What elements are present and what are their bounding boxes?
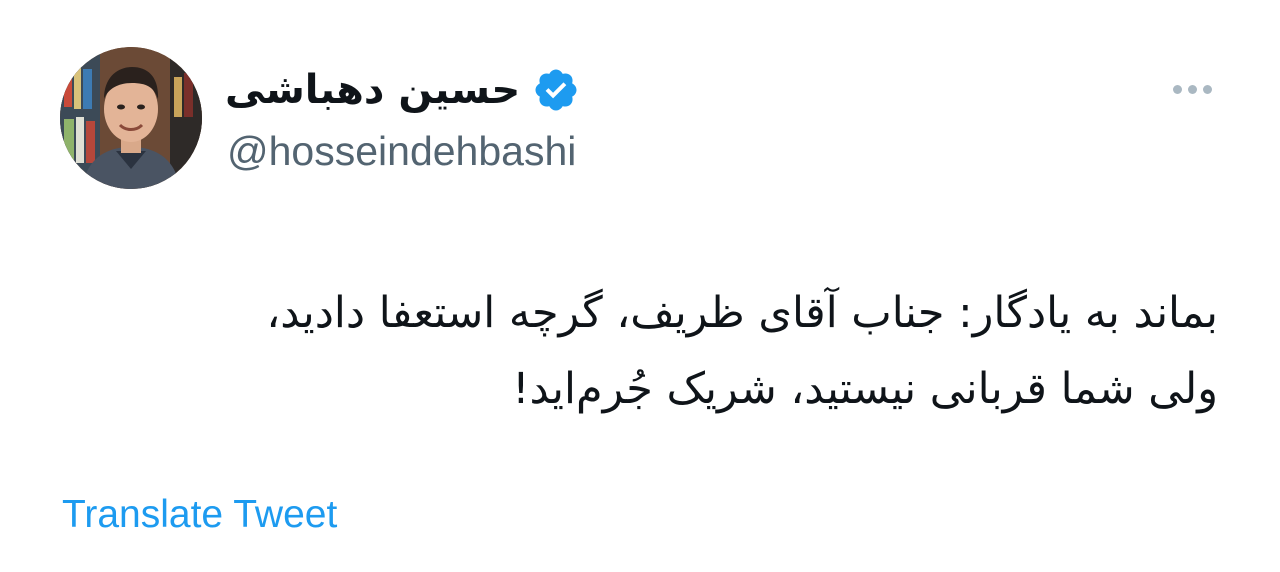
verified-badge-icon <box>535 69 577 111</box>
profile-photo <box>60 47 202 189</box>
more-dot-icon <box>1172 84 1182 94</box>
author-display-name[interactable]: حسین دهباشی <box>225 62 520 118</box>
more-options-button[interactable] <box>1166 74 1218 104</box>
more-dot-icon <box>1202 84 1212 94</box>
translate-tweet-link[interactable]: Translate Tweet <box>62 490 337 540</box>
more-dot-icon <box>1187 84 1197 94</box>
author-name-row: حسین دهباشی <box>225 62 580 118</box>
tweet-text: بماند به یادگار: جناب آقای ظریف، گرچه اس… <box>58 275 1218 427</box>
tweet-text-line: ولی شما قربانی نیستید، شریک جُرم‌اید! <box>512 364 1218 414</box>
author-handle[interactable]: @hosseindehbashi <box>227 126 576 176</box>
tweet-text-line: بماند به یادگار: جناب آقای ظریف، گرچه اس… <box>266 288 1218 338</box>
avatar[interactable] <box>60 47 202 189</box>
